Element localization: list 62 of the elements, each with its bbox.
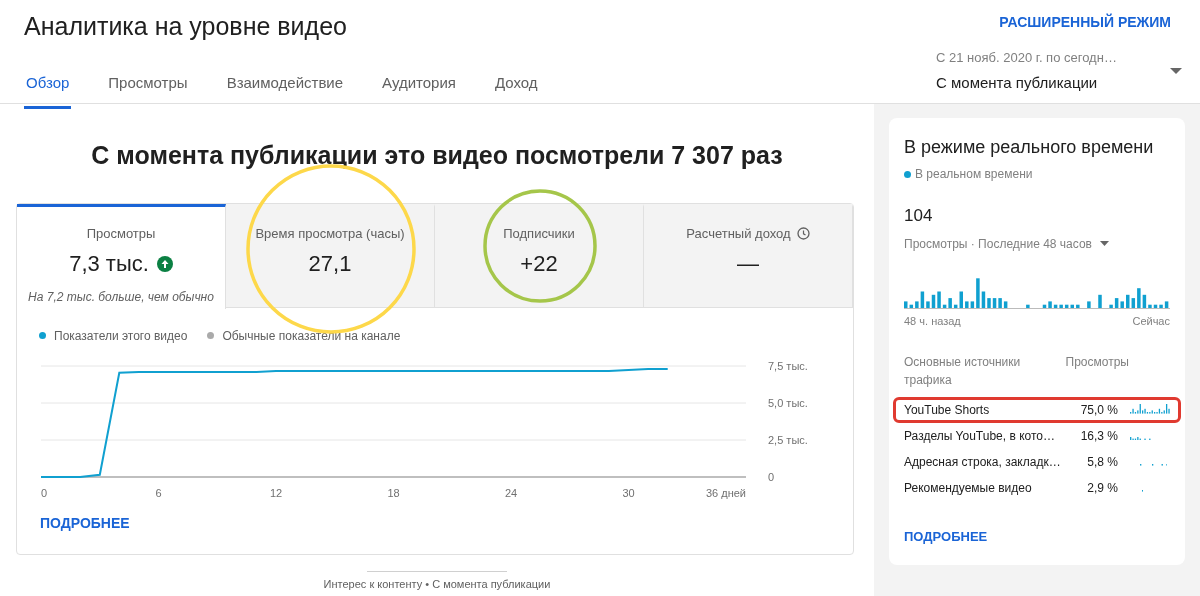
traffic-source: Разделы YouTube, в кото… xyxy=(904,428,1056,445)
legend-label: Обычные показатели на канале xyxy=(222,327,401,345)
y-tick-label: 2,5 тыс. xyxy=(768,433,808,446)
x-tick-label: 12 xyxy=(269,486,283,499)
metric-label: Подписчики xyxy=(503,224,575,243)
source-sparkline xyxy=(1130,404,1170,414)
column-header: Основные источники трафика xyxy=(904,354,1022,389)
axis-label: 48 ч. назад xyxy=(904,313,961,329)
metric-tab[interactable]: Время просмотра (часы) 27,1 xyxy=(226,203,435,308)
status-label: В реальном времени xyxy=(915,166,1033,183)
traffic-source-row[interactable]: YouTube Shorts 75,0 % xyxy=(893,397,1181,423)
metric-label: Время просмотра (часы) xyxy=(255,224,405,243)
source-sparkline xyxy=(1130,436,1151,440)
traffic-source-row[interactable]: Разделы YouTube, в кото… 16,3 % xyxy=(893,423,1181,449)
caret-icon xyxy=(1099,241,1109,246)
more-link[interactable]: ПОДРОБНЕЕ xyxy=(40,512,130,534)
legend-label: Показатели этого видео xyxy=(54,327,188,345)
metric-value: 27,1 xyxy=(308,250,352,278)
x-tick-label: 30 xyxy=(622,486,635,499)
tab[interactable]: Обзор xyxy=(24,71,72,109)
traffic-share: 2,9 % xyxy=(1086,480,1118,497)
traffic-source: YouTube Shorts xyxy=(904,402,991,419)
card-title: В режиме реального времени xyxy=(904,136,1155,159)
metric-note: На 7,2 тыс. больше, чем обычно xyxy=(28,289,214,306)
metric-value: 7,3 тыс. xyxy=(69,250,149,278)
traffic-share: 5,8 % xyxy=(1086,454,1118,471)
tab[interactable]: Доход xyxy=(492,71,540,109)
section-caption: Интерес к контенту • С момента публикации xyxy=(323,576,551,592)
metric-label: Расчетный доход xyxy=(686,224,791,243)
x-tick-label: 24 xyxy=(504,486,518,499)
traffic-source-row[interactable]: Адресная строка, закладк… 5,8 % xyxy=(893,449,1181,475)
metric-tab[interactable]: Просмотры 7,3 тыс. На 7,2 тыс. больше, чем обычно xyxy=(17,203,226,309)
metric-value: +22 xyxy=(520,250,558,278)
traffic-source-row[interactable]: Рекомендуемые видео 2,9 % xyxy=(893,475,1181,501)
metric-label: Просмотры xyxy=(86,224,156,243)
tab[interactable]: Аудитория xyxy=(380,71,458,109)
traffic-share: 16,3 % xyxy=(1079,428,1118,445)
metric-tab[interactable]: Расчетный доход — xyxy=(644,203,853,308)
period-dropdown[interactable]: С 21 нояб. 2020 г. по сегодн… С момента публикации xyxy=(936,48,1182,94)
x-tick-label: 6 xyxy=(155,486,162,499)
tab[interactable]: Просмотры xyxy=(106,71,190,109)
x-tick-label: 0 xyxy=(41,486,48,499)
y-tick-label: 7,5 тыс. xyxy=(768,359,808,372)
axis-label: Сейчас xyxy=(1132,313,1170,329)
tab[interactable]: Взаимодействие xyxy=(224,71,346,109)
metric-value: — xyxy=(737,250,759,278)
metric-tab[interactable]: Подписчики +22 xyxy=(435,203,644,308)
views-period-dropdown[interactable]: Просмотры · Последние 48 часов xyxy=(904,234,1109,253)
traffic-source: Адресная строка, закладк… xyxy=(904,454,1062,471)
caret-icon xyxy=(1170,68,1182,74)
more-link[interactable]: ПОДРОБНЕЕ xyxy=(904,527,988,547)
advanced-mode-link[interactable]: РАСШИРЕННЫЙ РЕЖИМ xyxy=(999,12,1171,33)
traffic-share: 75,0 % xyxy=(1079,402,1118,419)
traffic-source: Рекомендуемые видео xyxy=(904,480,1033,497)
headline: С момента публикации это видео посмотрели 7 307 раз xyxy=(91,140,783,171)
views-count: 104 xyxy=(904,205,934,227)
column-header: Просмотры xyxy=(1064,354,1129,371)
x-tick-label: 36 дней xyxy=(705,486,746,499)
y-tick-label: 0 xyxy=(768,470,775,483)
x-tick-label: 18 xyxy=(387,486,400,499)
y-tick-label: 5,0 тыс. xyxy=(768,396,808,409)
page-title: Аналитика на уровне видео xyxy=(24,11,348,42)
